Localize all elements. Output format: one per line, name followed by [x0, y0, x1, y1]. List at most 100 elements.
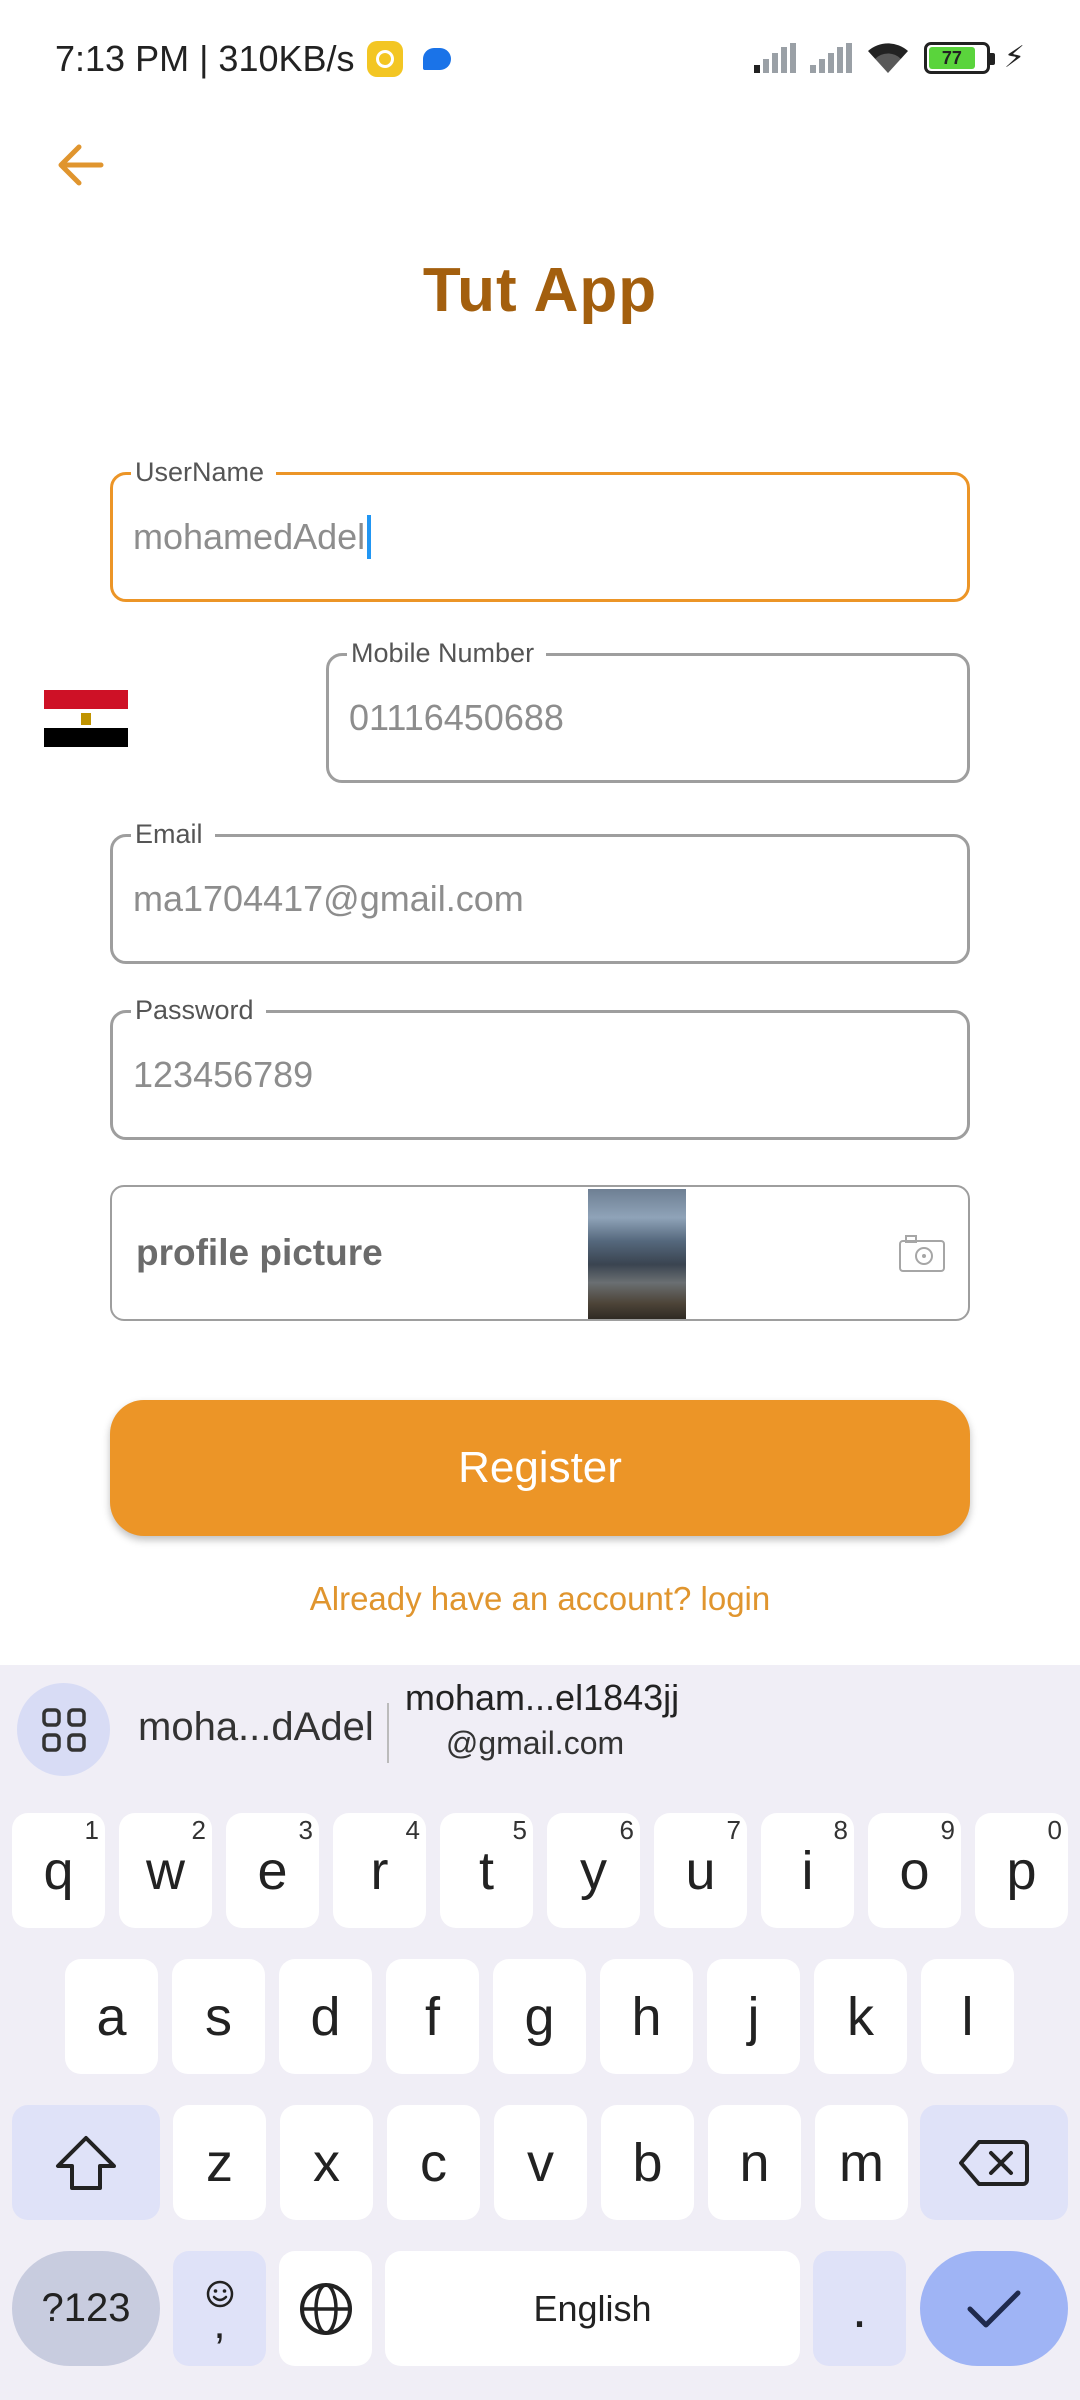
checkmark-icon [967, 2290, 1021, 2327]
camera-icon[interactable] [898, 1233, 946, 1273]
username-field[interactable]: UserName mohamedAdel [110, 455, 970, 602]
profile-picture-label: profile picture [136, 1232, 383, 1273]
key-q[interactable]: q1 [12, 1813, 105, 1928]
key-label: g [524, 1986, 555, 2047]
key-n[interactable]: n [708, 2105, 801, 2220]
key-s[interactable]: s [172, 1959, 265, 2074]
key-b[interactable]: b [601, 2105, 694, 2220]
key-label: q [43, 1840, 74, 1901]
key-label: y [580, 1840, 607, 1901]
key-r[interactable]: r4 [333, 1813, 426, 1928]
backspace-icon [959, 2139, 1029, 2186]
status-right: 77 ⚡ [753, 40, 1025, 75]
key-label: r [370, 1840, 389, 1901]
key-number-hint: 2 [191, 1815, 206, 1845]
key-number-hint: 5 [512, 1815, 527, 1845]
key-a[interactable]: a [65, 1959, 158, 2074]
key-label: o [899, 1840, 930, 1901]
signal-icon [753, 42, 796, 73]
key-label: p [1006, 1840, 1037, 1901]
text-cursor [367, 515, 372, 559]
key-i[interactable]: i8 [761, 1813, 854, 1928]
key-label: s [205, 1986, 232, 2047]
language-key[interactable] [279, 2251, 372, 2366]
status-left: 7:13 PM | 310KB/s [55, 38, 451, 80]
key-label: m [839, 2132, 884, 2193]
username-value-wrap: mohamedAdel [133, 475, 372, 599]
suggestion-bar: moha...dAdel moham...el1843jj @gmail.com [0, 1665, 1080, 1785]
key-label: f [424, 1986, 440, 2047]
key-label: t [478, 1840, 494, 1901]
key-f[interactable]: f [386, 1959, 479, 2074]
key-label: x [313, 2132, 340, 2193]
shift-key[interactable] [12, 2105, 160, 2220]
key-label: v [527, 2132, 554, 2193]
battery-level: 77 [928, 46, 975, 69]
login-link[interactable]: Already have an account? login [0, 1580, 1080, 1618]
key-label: d [310, 1986, 341, 2047]
key-m[interactable]: m [815, 2105, 908, 2220]
space-key[interactable]: English [385, 2251, 800, 2366]
mobile-number-field[interactable]: Mobile Number 01116450688 [326, 636, 970, 783]
signal-no-service-icon [809, 42, 852, 73]
key-k[interactable]: k [814, 1959, 907, 2074]
shift-icon [56, 2135, 116, 2190]
key-o[interactable]: o9 [868, 1813, 961, 1928]
key-v[interactable]: v [494, 2105, 587, 2220]
emoji-comma-key[interactable]: , [173, 2251, 266, 2366]
key-x[interactable]: x [280, 2105, 373, 2220]
key-number-hint: 3 [298, 1815, 313, 1845]
register-button[interactable]: Register [110, 1400, 970, 1536]
key-e[interactable]: e3 [226, 1813, 319, 1928]
key-number-hint: 8 [833, 1815, 848, 1845]
suggestion-divider [387, 1703, 389, 1763]
key-label: j [747, 1986, 760, 2047]
key-h[interactable]: h [600, 1959, 693, 2074]
key-label: h [631, 1986, 662, 2047]
key-number-hint: 1 [84, 1815, 99, 1845]
key-number-hint: 6 [619, 1815, 634, 1845]
enter-key[interactable] [920, 2251, 1068, 2366]
key-label: z [206, 2132, 233, 2193]
key-p[interactable]: p0 [975, 1813, 1068, 1928]
notification-app-icon [366, 41, 403, 77]
key-z[interactable]: z [173, 2105, 266, 2220]
back-button[interactable] [45, 130, 115, 200]
symbols-key[interactable]: ?123 [12, 2251, 160, 2366]
key-w[interactable]: w2 [119, 1813, 212, 1928]
email-field[interactable]: Email ma1704417@gmail.com [110, 817, 970, 964]
comma-label: , [213, 2298, 226, 2348]
key-label: u [685, 1840, 716, 1901]
password-field[interactable]: Password 123456789 [110, 993, 970, 1140]
suggestion-2-line-1: moham...el1843jj [405, 1677, 680, 1718]
backspace-key[interactable] [920, 2105, 1068, 2220]
status-time-speed: 7:13 PM | 310KB/s [55, 38, 355, 79]
egypt-flag-icon[interactable] [44, 690, 128, 747]
key-l[interactable]: l [921, 1959, 1014, 2074]
soft-keyboard: moha...dAdel moham...el1843jj @gmail.com… [0, 1665, 1080, 2400]
key-d[interactable]: d [279, 1959, 372, 2074]
key-label: w [146, 1840, 185, 1901]
app-title: Tut App [422, 256, 658, 325]
suggestion-2[interactable]: moham...el1843jj @gmail.com [405, 1677, 680, 1762]
key-g[interactable]: g [493, 1959, 586, 2074]
key-label: l [961, 1986, 974, 2047]
keyboard-apps-button[interactable] [17, 1683, 110, 1776]
wifi-icon [867, 42, 908, 73]
password-value: 123456789 [133, 1054, 314, 1095]
key-label: i [801, 1840, 814, 1901]
key-y[interactable]: y6 [547, 1813, 640, 1928]
suggestion-1[interactable]: moha...dAdel [138, 1705, 374, 1750]
profile-picture-field[interactable]: profile picture [110, 1185, 970, 1321]
key-label: b [632, 2132, 663, 2193]
period-key[interactable]: . [813, 2251, 906, 2366]
key-label: n [739, 2132, 770, 2193]
key-u[interactable]: u7 [654, 1813, 747, 1928]
key-label: a [96, 1986, 127, 2047]
key-j[interactable]: j [707, 1959, 800, 2074]
grid-icon [41, 1707, 86, 1752]
email-value: ma1704417@gmail.com [133, 878, 524, 919]
key-t[interactable]: t5 [440, 1813, 533, 1928]
key-c[interactable]: c [387, 2105, 480, 2220]
mobile-number-value: 01116450688 [349, 697, 564, 738]
